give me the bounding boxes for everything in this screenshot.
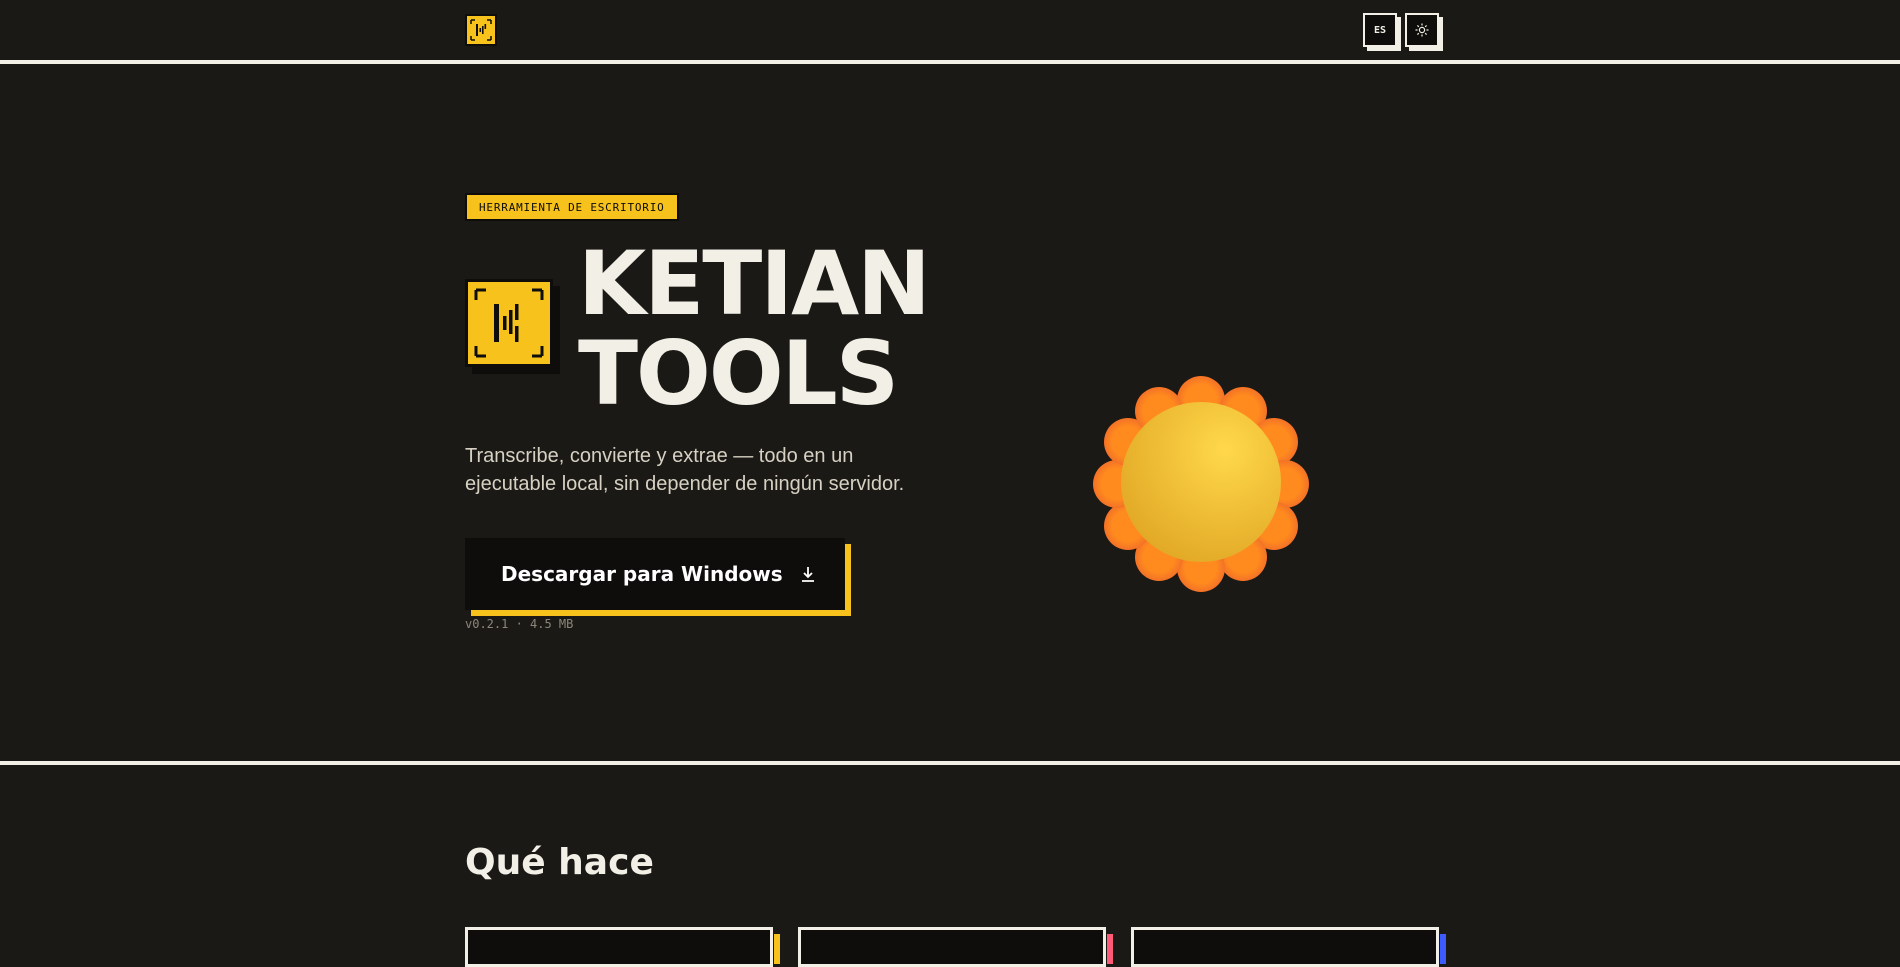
feature-card[interactable] — [1131, 927, 1446, 967]
title-line-1: KETIAN — [578, 232, 931, 335]
hero-section: HERRAMIENTA DE ESCRITORIO KETIAN TOOLS T… — [0, 64, 1900, 762]
download-label: Descargar para Windows — [501, 562, 783, 586]
language-label: ES — [1373, 24, 1387, 36]
version-info: v0.2.1 · 4.5 MB — [465, 617, 574, 631]
feature-card[interactable] — [798, 927, 1113, 967]
sun-icon — [1415, 23, 1429, 37]
section-divider — [0, 761, 1900, 765]
card-accent — [774, 934, 780, 964]
download-windows-button[interactable]: Descargar para Windows — [465, 538, 845, 610]
language-toggle-button[interactable]: ES — [1363, 13, 1397, 47]
ketian-logo-large-icon — [465, 279, 553, 367]
theme-toggle-button[interactable] — [1405, 13, 1439, 47]
title-line-2: TOOLS — [578, 322, 899, 425]
feature-card[interactable] — [465, 927, 780, 967]
download-icon — [801, 567, 814, 582]
features-title: Qué hace — [465, 842, 654, 883]
card-accent — [1107, 934, 1113, 964]
top-navbar: ES — [0, 0, 1900, 64]
product-description: Transcribe, convierte y extrae — todo en… — [465, 445, 905, 495]
product-title: KETIAN TOOLS — [578, 232, 931, 425]
card-accent — [1440, 934, 1446, 964]
sun-illustration — [1093, 376, 1309, 592]
category-tag: HERRAMIENTA DE ESCRITORIO — [465, 193, 679, 221]
ketian-logo-icon[interactable] — [465, 14, 497, 46]
